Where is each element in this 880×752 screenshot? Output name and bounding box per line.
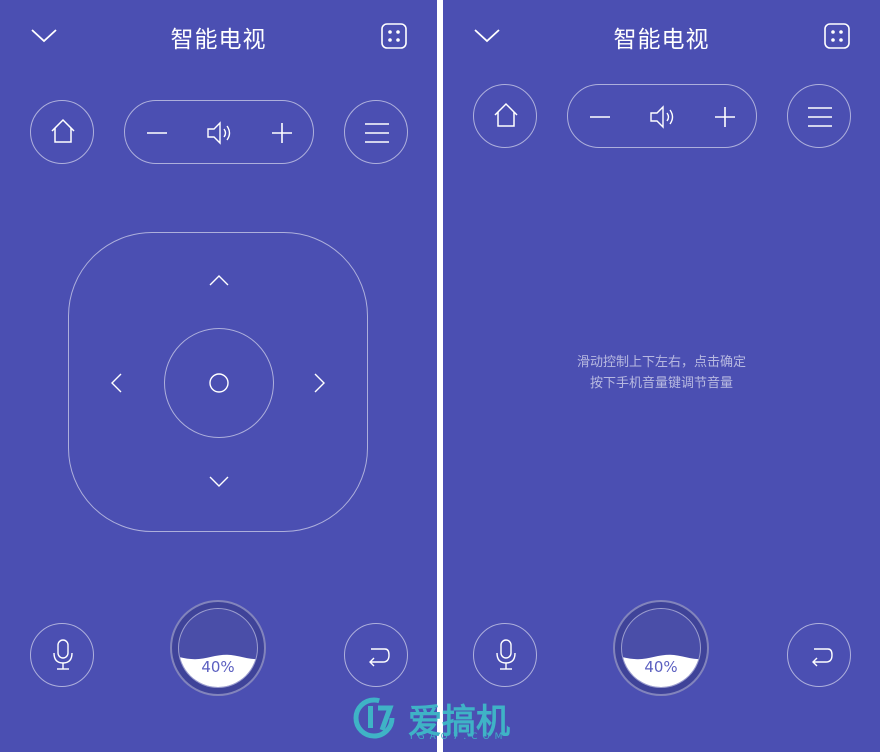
menu-icon [808,107,832,127]
dpad-right-button[interactable] [313,372,327,394]
menu-button[interactable] [344,100,408,164]
volume-control [567,84,757,148]
home-icon [51,118,75,143]
volume-up-button[interactable] [270,121,294,145]
watermark-logo-icon [353,697,395,739]
battery-label: 40% [644,658,678,676]
voice-button[interactable] [30,623,94,687]
dice-icon[interactable] [823,22,851,50]
home-button[interactable] [30,100,94,164]
volume-down-button[interactable] [588,105,612,129]
microphone-icon [496,639,516,670]
dpad-down-button[interactable] [208,475,230,489]
speaker-icon [650,105,674,129]
page-title: 智能电视 [613,27,710,53]
menu-icon [365,123,389,143]
voice-button[interactable] [473,623,537,687]
battery-level-fill [622,654,700,687]
direction-pad [68,232,368,532]
dpad-up-button[interactable] [208,273,230,287]
touchpad-hint-line1: 滑动控制上下左右，点击确定 [576,355,746,370]
battery-indicator: 40% [613,600,709,696]
home-icon [494,102,518,127]
dice-icon[interactable] [380,22,408,50]
battery-indicator: 40% [170,600,266,696]
back-button[interactable] [787,623,851,687]
battery-label: 40% [201,658,235,676]
page-title: 智能电视 [170,27,267,53]
back-button[interactable] [344,623,408,687]
dpad-left-button[interactable] [109,372,123,394]
back-arrow-icon [812,648,833,667]
menu-button[interactable] [787,84,851,148]
ok-circle-icon [209,373,229,393]
touch-remote-screen-right: 智能电视 滑动控制上下左右，点击确定 按下手机音量键调节音量 40% [443,0,880,752]
touchpad-area[interactable]: 滑动控制上下左右，点击确定 按下手机音量键调节音量 [443,170,880,590]
microphone-icon [53,639,73,670]
speaker-icon [207,121,231,145]
touch-remote-screen-left: 智能电视 40% [0,0,437,752]
site-watermark: 爱搞机 IGAO7.COM [352,692,542,750]
volume-down-button[interactable] [145,121,169,145]
touchpad-hint-line2: 按下手机音量键调节音量 [589,376,733,391]
back-arrow-icon [369,648,390,667]
ok-button[interactable] [164,328,274,438]
watermark-subtext: IGAO7.COM [410,732,508,742]
home-button[interactable] [473,84,537,148]
volume-up-button[interactable] [713,105,737,129]
battery-level-fill [179,654,257,687]
volume-control [124,100,314,164]
